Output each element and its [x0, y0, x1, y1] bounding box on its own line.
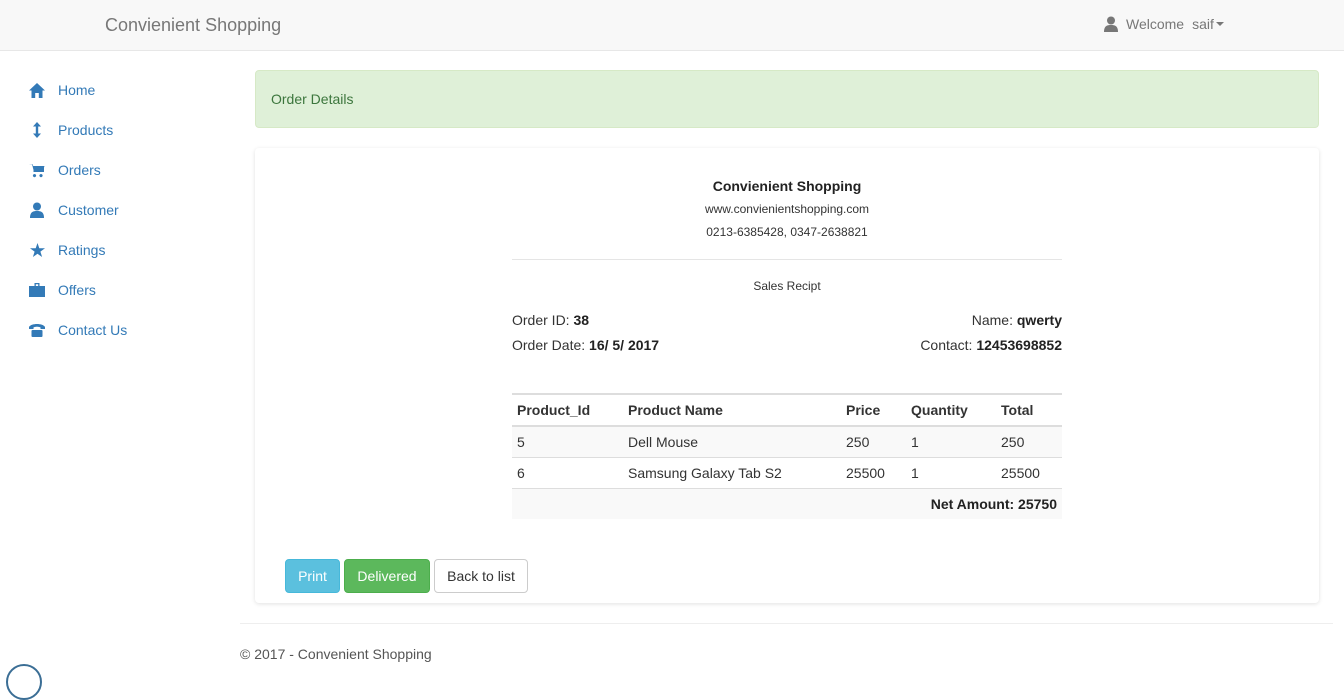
table-cell: 6: [512, 456, 623, 488]
receipt-company-name: Convienient Shopping: [712, 178, 862, 194]
customer-name-label: Name:: [971, 312, 1013, 328]
column-header: Product_Id: [512, 393, 623, 427]
order-id-line: Order ID: 38: [512, 312, 589, 328]
column-header: Price: [841, 393, 906, 427]
sidebar-item-label: Home: [58, 82, 96, 98]
alert-text: Order Details: [271, 91, 354, 107]
table-cell: 1: [906, 425, 996, 457]
welcome-label: Welcome: [1126, 16, 1185, 32]
table-row: 6 Samsung Galaxy Tab S2 25500 1 25500: [512, 456, 1062, 488]
sidebar-item-ratings[interactable]: Ratings: [29, 242, 105, 258]
sidebar-item-products[interactable]: Products: [29, 122, 113, 138]
column-header: Quantity: [906, 393, 996, 427]
resize-vertical-icon: [29, 122, 45, 138]
order-date-line: Order Date: 16/ 5/ 2017: [512, 337, 659, 353]
sidebar-item-customer[interactable]: Customer: [29, 202, 119, 218]
scroll-indicator: [6, 664, 42, 700]
sidebar-item-offers[interactable]: Offers: [29, 282, 96, 298]
sidebar-item-label: Customer: [58, 202, 119, 218]
customer-name-value: qwerty: [1016, 312, 1062, 328]
sidebar-item-contact-us[interactable]: Contact Us: [29, 322, 127, 338]
order-id-value: 38: [573, 312, 590, 328]
table-row: 5 Dell Mouse 250 1 250: [512, 425, 1062, 457]
net-amount-row: Net Amount: 25750: [512, 487, 1062, 519]
sidebar-item-label: Contact Us: [58, 322, 128, 338]
receipt-website: www.convienientshopping.com: [704, 202, 870, 216]
order-date-value: 16/ 5/ 2017: [589, 337, 660, 353]
order-details-alert: Order Details: [255, 70, 1319, 128]
delivered-button[interactable]: Delivered: [344, 559, 430, 593]
print-button[interactable]: Print: [285, 559, 340, 593]
user-icon: [1104, 16, 1118, 32]
star-icon: [29, 242, 45, 258]
order-items-table: Product_Id Product Name Price Quantity T…: [512, 393, 1062, 519]
briefcase-icon: [29, 282, 45, 298]
user-icon: [29, 202, 45, 218]
sidebar-item-label: Products: [58, 122, 114, 138]
contact-line: Contact: 12453698852: [920, 337, 1062, 353]
table-cell: 25500: [996, 456, 1062, 488]
table-cell: Samsung Galaxy Tab S2: [623, 456, 841, 488]
table-cell: 250: [841, 425, 906, 457]
table-cell: 1: [906, 456, 996, 488]
shopping-cart-icon: [29, 162, 45, 178]
receipt-title: Sales Recipt: [753, 279, 821, 293]
top-navbar: Convienient Shopping Welcome saif: [0, 0, 1344, 51]
sidebar-item-label: Orders: [58, 162, 101, 178]
table-cell: Dell Mouse: [623, 425, 841, 457]
column-header: Product Name: [623, 393, 841, 427]
sidebar-item-orders[interactable]: Orders: [29, 162, 101, 178]
contact-value: 12453698852: [976, 337, 1062, 353]
table-cell: 5: [512, 425, 623, 457]
order-date-label: Order Date:: [512, 337, 586, 353]
sidebar-item-label: Offers: [58, 282, 96, 298]
net-amount: Net Amount: 25750: [512, 487, 1062, 519]
footer-divider: [240, 623, 1333, 624]
caret-down-icon[interactable]: [1215, 22, 1224, 26]
user-menu[interactable]: Welcome saif: [1104, 16, 1224, 32]
customer-name-line: Name: qwerty: [972, 312, 1062, 328]
table-cell: 25500: [841, 456, 906, 488]
receipt-panel: [255, 148, 1319, 603]
back-to-list-button[interactable]: Back to list: [434, 559, 528, 593]
column-header: Total: [996, 393, 1062, 427]
username-dropdown[interactable]: saif: [1192, 16, 1214, 32]
table-header-row: Product_Id Product Name Price Quantity T…: [512, 393, 1062, 427]
brand-link[interactable]: Convienient Shopping: [105, 15, 281, 36]
receipt-phones: 0213-6385428, 0347-2638821: [706, 225, 868, 239]
receipt-divider: [512, 259, 1062, 260]
sidebar-item-home[interactable]: Home: [29, 82, 95, 98]
phone-alt-icon: [29, 322, 45, 338]
order-id-label: Order ID:: [512, 312, 570, 328]
contact-label: Contact:: [920, 337, 973, 353]
home-icon: [29, 82, 45, 98]
table-cell: 250: [996, 425, 1062, 457]
footer-copyright: © 2017 - Convenient Shopping: [240, 646, 432, 662]
sidebar-item-label: Ratings: [58, 242, 106, 258]
